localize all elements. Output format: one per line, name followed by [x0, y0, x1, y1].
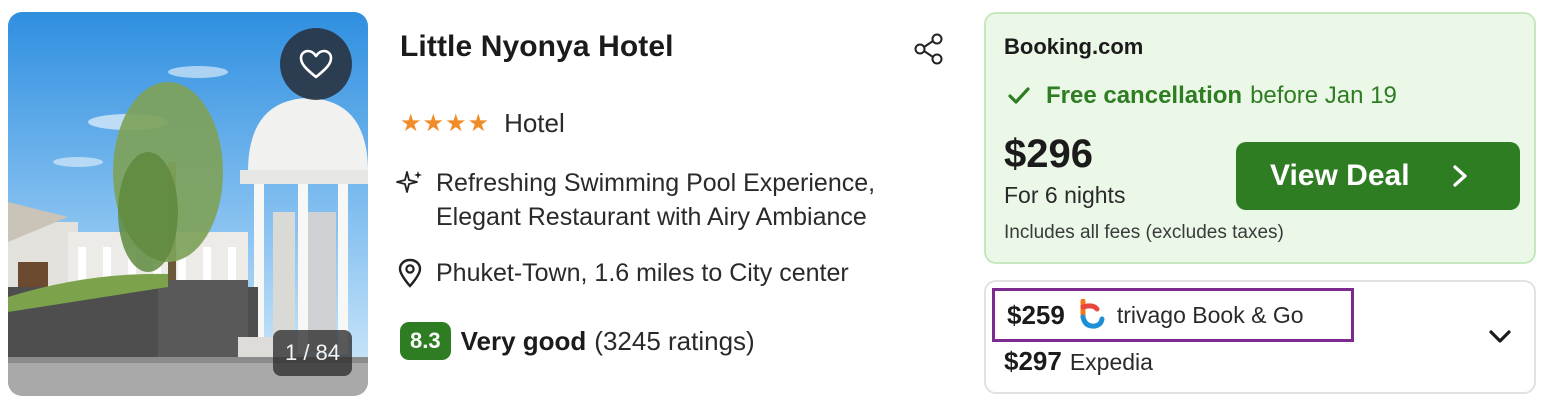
offer-price: $297 [1004, 346, 1062, 376]
feature-highlight: Refreshing Swimming Pool Experience, Ele… [396, 166, 875, 234]
sparkle-icon [396, 171, 422, 193]
chevron-down-icon[interactable] [1486, 326, 1514, 348]
trivago-logo-icon [1080, 299, 1105, 329]
feature-text: Refreshing Swimming Pool Experience, Ele… [436, 166, 875, 234]
feature-line: Elegant Restaurant with Airy Ambiance [436, 203, 867, 231]
photo-counter: 1 / 84 [273, 330, 352, 376]
cancellation-deadline: before Jan 19 [1250, 82, 1397, 109]
share-icon[interactable] [912, 32, 946, 66]
deal-provider: Booking.com [1004, 34, 1144, 59]
featured-deal[interactable]: Booking.com Free cancellation before Jan… [984, 12, 1536, 264]
star-rating: ★★★★ [400, 110, 491, 137]
rating-label: Very good [460, 325, 587, 356]
offer-row-expedia[interactable]: $297 Expedia [1004, 346, 1153, 377]
offer-price: $259 [1007, 299, 1065, 330]
offer-row-trivago[interactable]: $259 trivago Book & Go [992, 288, 1354, 342]
rating-score-badge: 8.3 [400, 322, 451, 360]
chevron-right-icon [1453, 165, 1467, 187]
hotel-photo[interactable]: 1 / 84 [8, 12, 368, 396]
accommodation-type: Hotel [504, 108, 565, 138]
map-pin-icon [398, 258, 422, 288]
deal-price: $296 [1004, 132, 1093, 176]
location-text[interactable]: Phuket-Town, 1.6 miles to City center [436, 259, 849, 288]
hotel-result-card: 1 / 84 Little Nyonya Hotel ★★★★ Hotel Re… [0, 0, 1550, 404]
hotel-name[interactable]: Little Nyonya Hotel [400, 30, 674, 64]
view-deal-button[interactable]: View Deal [1236, 142, 1520, 210]
offer-provider: trivago Book & Go [1116, 301, 1304, 328]
fee-note: Includes all fees (excludes taxes) [1004, 222, 1284, 243]
view-deal-label: View Deal [1270, 159, 1410, 192]
feature-line: Refreshing Swimming Pool Experience, [436, 169, 876, 197]
other-offers[interactable]: $259 trivago Book & Go $297 Expedia [984, 280, 1536, 394]
hotel-class-row: ★★★★ Hotel [400, 108, 565, 139]
heart-icon [299, 49, 333, 79]
check-icon [1008, 87, 1030, 104]
rating-count: (3245 ratings) [594, 325, 755, 356]
guest-rating[interactable]: 8.3 Very good (3245 ratings) [400, 322, 755, 360]
cancellation-policy: Free cancellation before Jan 19 [1008, 82, 1397, 110]
offer-provider: Expedia [1069, 349, 1153, 375]
location-row: Phuket-Town, 1.6 miles to City center [396, 258, 849, 288]
free-cancellation-label: Free cancellation [1046, 82, 1243, 109]
stay-length: For 6 nights [1004, 182, 1126, 208]
favorite-button[interactable] [280, 28, 352, 100]
